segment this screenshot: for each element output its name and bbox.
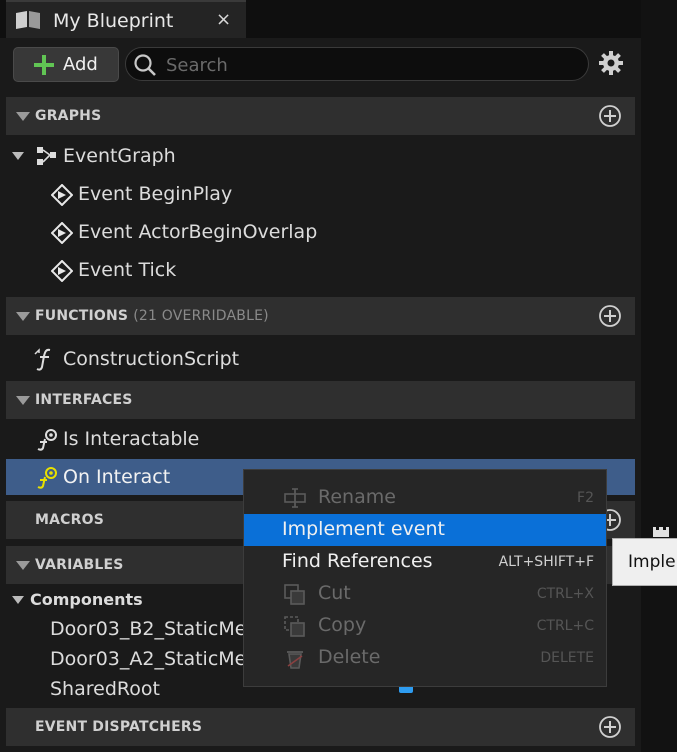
cut-icon (284, 584, 306, 610)
tree-item-label: Event BeginPlay (78, 183, 233, 205)
event-icon (50, 221, 74, 248)
menu-item-cut[interactable]: Cut CTRL+X (244, 578, 606, 610)
graph-icon (36, 146, 58, 170)
expand-arrow-icon[interactable] (12, 596, 24, 604)
add-button-label: Add (63, 54, 98, 75)
tree-item-label: Is Interactable (63, 428, 200, 450)
category-label: Components (30, 590, 143, 609)
expand-arrow-icon[interactable] (12, 152, 24, 160)
section-title: MACROS (35, 512, 105, 528)
section-subtitle: (21 OVERRIDABLE) (133, 308, 269, 324)
close-icon[interactable]: × (216, 9, 231, 30)
menu-item-find-references[interactable]: Find References ALT+SHIFT+F (244, 546, 606, 578)
menu-item-label: Cut (318, 582, 351, 604)
section-title: VARIABLES (35, 557, 124, 573)
menu-item-label: Copy (318, 614, 367, 636)
context-menu: Rename F2 Implement event Find Reference… (243, 469, 607, 687)
graph-editor-edge (641, 0, 677, 752)
shortcut-label: CTRL+X (536, 586, 594, 602)
rename-icon (284, 488, 306, 512)
event-icon (50, 183, 74, 210)
variable-label: Door03_B2_StaticMes (50, 618, 257, 640)
functions-section-header[interactable]: FUNCTIONS (21 OVERRIDABLE) (6, 297, 635, 335)
menu-item-rename[interactable]: Rename F2 (244, 482, 606, 514)
section-title: EVENT DISPATCHERS (35, 719, 203, 735)
interface-function-icon (36, 427, 60, 455)
function-icon (34, 347, 58, 375)
shortcut-label: CTRL+C (536, 618, 594, 634)
add-button[interactable]: Add (13, 47, 119, 82)
tab-my-blueprint[interactable]: My Blueprint × (6, 0, 246, 38)
menu-item-label: Delete (318, 646, 381, 668)
tree-item-event[interactable]: Event BeginPlay (6, 176, 635, 212)
menu-item-label: Find References (282, 550, 433, 572)
interfaces-section-header[interactable]: INTERFACES (6, 381, 635, 419)
collapse-arrow-icon[interactable] (16, 312, 30, 321)
collapse-arrow-icon[interactable] (16, 561, 30, 570)
add-graph-icon[interactable] (599, 105, 621, 131)
variable-label: SharedRoot (50, 678, 160, 700)
add-dispatcher-icon[interactable] (599, 716, 621, 742)
menu-item-copy[interactable]: Copy CTRL+C (244, 610, 606, 642)
search-icon (133, 53, 157, 81)
tree-item-event[interactable]: Event ActorBeginOverlap (6, 214, 635, 250)
delete-icon (284, 648, 306, 674)
shortcut-label: DELETE (540, 650, 594, 666)
variable-label: Door03_A2_StaticMes (50, 648, 257, 670)
section-title-text: FUNCTIONS (35, 308, 129, 324)
search-input[interactable] (164, 52, 568, 78)
collapse-arrow-icon[interactable] (16, 112, 30, 121)
tree-item-eventgraph[interactable]: EventGraph (6, 138, 635, 174)
gear-icon[interactable] (598, 50, 624, 80)
tree-item-interface[interactable]: Is Interactable (6, 421, 635, 457)
menu-item-label: Rename (318, 486, 396, 508)
tree-item-label: On Interact (63, 466, 171, 488)
interface-event-icon (36, 465, 60, 493)
collapse-arrow-icon[interactable] (16, 396, 30, 405)
tooltip-text: Implen (628, 552, 677, 572)
event-icon (50, 259, 74, 286)
tree-item-function[interactable]: ConstructionScript (6, 341, 635, 377)
toolbar: Add (0, 38, 641, 92)
book-icon (14, 9, 42, 35)
menu-item-implement-event[interactable]: Implement event (244, 514, 606, 546)
section-title: FUNCTIONS (21 OVERRIDABLE) (35, 308, 269, 324)
tree-item-label: Event ActorBeginOverlap (78, 221, 318, 243)
plus-icon (33, 54, 55, 76)
shortcut-label: ALT+SHIFT+F (498, 554, 594, 570)
copy-icon (284, 616, 306, 642)
menu-item-label: Implement event (282, 518, 445, 540)
event-dispatchers-section-header[interactable]: EVENT DISPATCHERS (6, 708, 635, 746)
tree-item-label: ConstructionScript (63, 348, 240, 370)
shortcut-label: F2 (577, 490, 594, 506)
graphs-section-header[interactable]: GRAPHS (6, 97, 635, 135)
tab-bar: My Blueprint × (0, 0, 645, 38)
tree-item-label: Event Tick (78, 259, 177, 281)
menu-item-delete[interactable]: Delete DELETE (244, 642, 606, 674)
add-function-icon[interactable] (599, 305, 621, 331)
section-title: GRAPHS (35, 108, 102, 124)
tree-item-event[interactable]: Event Tick (6, 252, 635, 288)
tooltip: Implen (612, 538, 677, 586)
search-box[interactable] (125, 47, 589, 81)
tab-title: My Blueprint (53, 10, 174, 32)
tree-item-label: EventGraph (63, 145, 176, 167)
section-title: INTERFACES (35, 392, 133, 408)
castle-icon (652, 522, 670, 537)
